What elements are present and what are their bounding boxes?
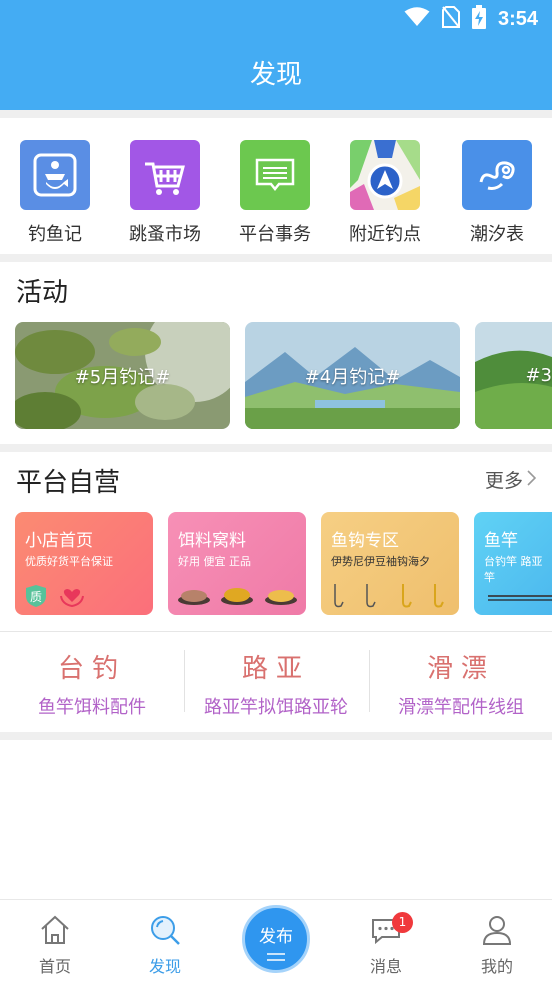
activity-card-march[interactable]: #3 xyxy=(475,322,552,429)
category-subtitle: 路亚竿拟饵路亚轮 xyxy=(204,697,348,718)
category-slip-float[interactable]: 滑漂 滑漂竿配件线组 xyxy=(369,648,552,719)
chevron-right-icon xyxy=(527,469,537,491)
store-title: 平台自营 xyxy=(16,468,121,498)
shortcut-platform-affairs[interactable]: 平台事务 xyxy=(220,140,330,250)
divider xyxy=(0,254,552,262)
category-lure[interactable]: 路亚 路亚竿拟饵路亚轮 xyxy=(184,648,368,719)
activity-card-april[interactable]: #4月钓记# xyxy=(245,322,460,429)
quality-shield-icon: 质 xyxy=(25,584,47,608)
more-link[interactable]: 更多 xyxy=(484,466,537,493)
page-title: 发现 xyxy=(249,60,302,90)
map-navigation-icon xyxy=(350,140,420,210)
publish-label: 发布 xyxy=(259,927,293,947)
fishing-diary-icon xyxy=(20,140,90,210)
status-time: 3:54 xyxy=(497,7,538,30)
category-title: 路亚 xyxy=(241,654,310,684)
store-card-subtitle: 好用 便宜 正品 xyxy=(178,555,251,568)
category-title: 滑漂 xyxy=(426,654,495,684)
fish-hooks-icon xyxy=(334,584,444,608)
bait-bowls-icon xyxy=(178,588,297,605)
publish-button[interactable]: 发布 xyxy=(242,905,310,973)
status-bar: 3:54 xyxy=(0,0,552,38)
wave-icon xyxy=(462,140,532,210)
activity-card-may[interactable]: #5月钓记# xyxy=(15,322,230,429)
shortcut-label: 跳蚤市场 xyxy=(129,224,201,245)
nav-label: 首页 xyxy=(38,957,71,976)
store-card-subtitle: 伊势尼伊豆袖钩海夕 xyxy=(331,555,430,568)
store-card-shop-home[interactable]: 小店首页 优质好货平台保证 质 xyxy=(15,512,153,615)
store-card-bait[interactable]: 饵料窝料 好用 便宜 正品 xyxy=(168,512,306,615)
home-icon xyxy=(41,915,69,944)
nav-label: 消息 xyxy=(369,957,402,976)
no-sim-icon xyxy=(441,6,460,32)
wifi-icon xyxy=(404,7,430,31)
shortcut-tide-table[interactable]: 潮汐表 xyxy=(442,140,552,250)
app-header: 3:54 发现 xyxy=(0,0,552,110)
category-subtitle: 鱼竿饵料配件 xyxy=(38,697,146,718)
category-title: 台钓 xyxy=(57,654,126,684)
shortcut-fishing-diary[interactable]: 钓鱼记 xyxy=(0,140,110,250)
heart-hands-icon xyxy=(59,584,85,612)
store-card-title: 鱼竿 xyxy=(484,531,518,551)
shortcut-flea-market[interactable]: 跳蚤市场 xyxy=(110,140,220,250)
nav-label: 我的 xyxy=(480,957,513,976)
discover-icon xyxy=(151,916,180,945)
shortcut-label: 平台事务 xyxy=(239,224,311,245)
unread-badge: 1 xyxy=(392,912,413,933)
shortcut-label: 钓鱼记 xyxy=(28,224,82,245)
more-label: 更多 xyxy=(484,470,523,492)
divider xyxy=(0,444,552,452)
shortcut-label: 潮汐表 xyxy=(470,224,524,245)
battery-charging-icon xyxy=(471,5,486,33)
shortcut-nearby-spots[interactable]: 附近钓点 xyxy=(330,140,440,250)
divider xyxy=(0,110,552,118)
fishing-rod-icon xyxy=(488,595,552,601)
category-subtitle: 滑漂竿配件线组 xyxy=(398,697,524,718)
activity-caption: #3 xyxy=(525,365,552,386)
divider xyxy=(0,732,552,740)
store-card-hooks[interactable]: 鱼钩专区 伊势尼伊豆袖钩海夕 xyxy=(321,512,459,615)
nav-discover[interactable]: 发现 xyxy=(110,900,220,981)
nav-messages[interactable]: 消息 xyxy=(331,900,441,981)
shopping-basket-icon xyxy=(130,140,200,210)
store-card-subtitle: 优质好货平台保证 xyxy=(25,555,113,568)
menu-lines-icon xyxy=(267,953,285,961)
category-platform-fishing[interactable]: 台钓 鱼竿饵料配件 xyxy=(0,648,184,719)
store-card-title: 饵料窝料 xyxy=(178,531,246,551)
divider xyxy=(0,631,552,632)
store-card-rods[interactable]: 鱼竿 台钓竿 路亚竿 xyxy=(474,512,552,615)
profile-icon xyxy=(482,916,512,945)
nav-profile[interactable]: 我的 xyxy=(442,900,552,981)
shortcut-label: 附近钓点 xyxy=(349,224,421,245)
activities-title: 活动 xyxy=(16,278,69,308)
nav-home[interactable]: 首页 xyxy=(0,900,110,981)
store-card-title: 小店首页 xyxy=(25,531,93,551)
nav-label: 发现 xyxy=(148,957,181,976)
activity-caption: #4月钓记# xyxy=(304,366,401,388)
activity-caption: #5月钓记# xyxy=(74,366,171,388)
message-note-icon xyxy=(240,140,310,210)
store-card-title: 鱼钩专区 xyxy=(331,531,399,551)
store-card-subtitle: 台钓竿 路亚竿 xyxy=(484,555,543,584)
